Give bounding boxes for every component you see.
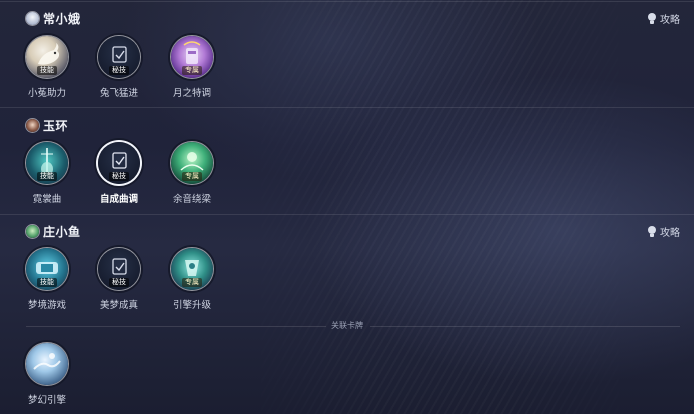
skill-button[interactable]: 秘技 兔飞猛进: [84, 36, 154, 99]
lightbulb-icon: [648, 12, 656, 24]
guide-link[interactable]: 攻略: [648, 8, 680, 28]
skill-label: 兔飞猛进: [99, 88, 138, 99]
lightbulb-icon: [648, 225, 656, 237]
skill-tag: 秘技: [109, 278, 129, 287]
skill-tag: 秘技: [109, 66, 129, 75]
section-divider: [0, 214, 694, 215]
linked-cards-divider: 关联卡牌: [0, 320, 694, 332]
guide-label: 攻略: [660, 14, 680, 26]
background-texture: [230, 0, 650, 414]
skill-tag: 秘技: [109, 172, 129, 181]
dream-engine-card-icon: [26, 343, 68, 385]
skill-button[interactable]: 专属 引擎升级: [157, 248, 227, 311]
skill-tag: 专属: [182, 172, 202, 181]
skill-button[interactable]: 专属 月之特调: [157, 36, 227, 99]
character-avatar: [26, 11, 39, 25]
guide-label: 攻略: [660, 227, 680, 239]
spirit-icon: 专属: [171, 142, 213, 184]
character-header: 常小娥: [26, 8, 81, 28]
character-name: 庄小鱼: [43, 224, 81, 239]
pipa-icon: 技能: [26, 142, 68, 184]
moon-drink-icon: 专属: [171, 36, 213, 78]
card-icon: 秘技: [98, 36, 140, 78]
character-header: 玉环: [26, 115, 68, 135]
rabbit-icon: 技能: [26, 36, 68, 78]
skill-label: 月之特调: [172, 88, 211, 99]
skill-button[interactable]: 技能 梦境游戏: [12, 248, 82, 311]
character-header: 庄小鱼: [26, 221, 81, 241]
skill-label: 引擎升级: [172, 300, 211, 311]
skill-label: 余音绕梁: [172, 194, 211, 205]
engine-icon: 专属: [171, 248, 213, 290]
skill-tag: 专属: [182, 278, 202, 287]
skill-tag: 技能: [37, 278, 57, 287]
skill-label: 梦境游戏: [27, 300, 66, 311]
card-icon: 秘技: [98, 142, 140, 184]
character-avatar: [26, 118, 39, 132]
linked-card-label: 梦幻引擎: [27, 395, 66, 406]
skill-label: 美梦成真: [99, 300, 138, 311]
character-name: 常小娥: [43, 11, 81, 26]
guide-link[interactable]: 攻略: [648, 221, 680, 241]
skill-button[interactable]: 技能 小菟助力: [12, 36, 82, 99]
section-divider: [0, 107, 694, 108]
character-name: 玉环: [43, 118, 69, 133]
character-avatar: [26, 224, 39, 238]
card-icon: 秘技: [98, 248, 140, 290]
skill-tag: 专属: [182, 66, 202, 75]
linked-cards-label: 关联卡牌: [331, 321, 363, 330]
skill-label: 自成曲调: [99, 194, 138, 205]
game-console-icon: 技能: [26, 248, 68, 290]
skill-tag: 技能: [37, 66, 57, 75]
skill-label: 霓裳曲: [32, 194, 62, 205]
linked-card-button[interactable]: 梦幻引擎: [12, 343, 82, 406]
skill-button[interactable]: 专属 余音绕梁: [157, 142, 227, 205]
skill-button[interactable]: 秘技 美梦成真: [84, 248, 154, 311]
top-divider: [0, 1, 694, 2]
skill-button[interactable]: 秘技 自成曲调: [84, 142, 154, 205]
skill-tag: 技能: [37, 172, 57, 181]
skill-button[interactable]: 技能 霓裳曲: [12, 142, 82, 205]
skill-label: 小菟助力: [27, 88, 66, 99]
